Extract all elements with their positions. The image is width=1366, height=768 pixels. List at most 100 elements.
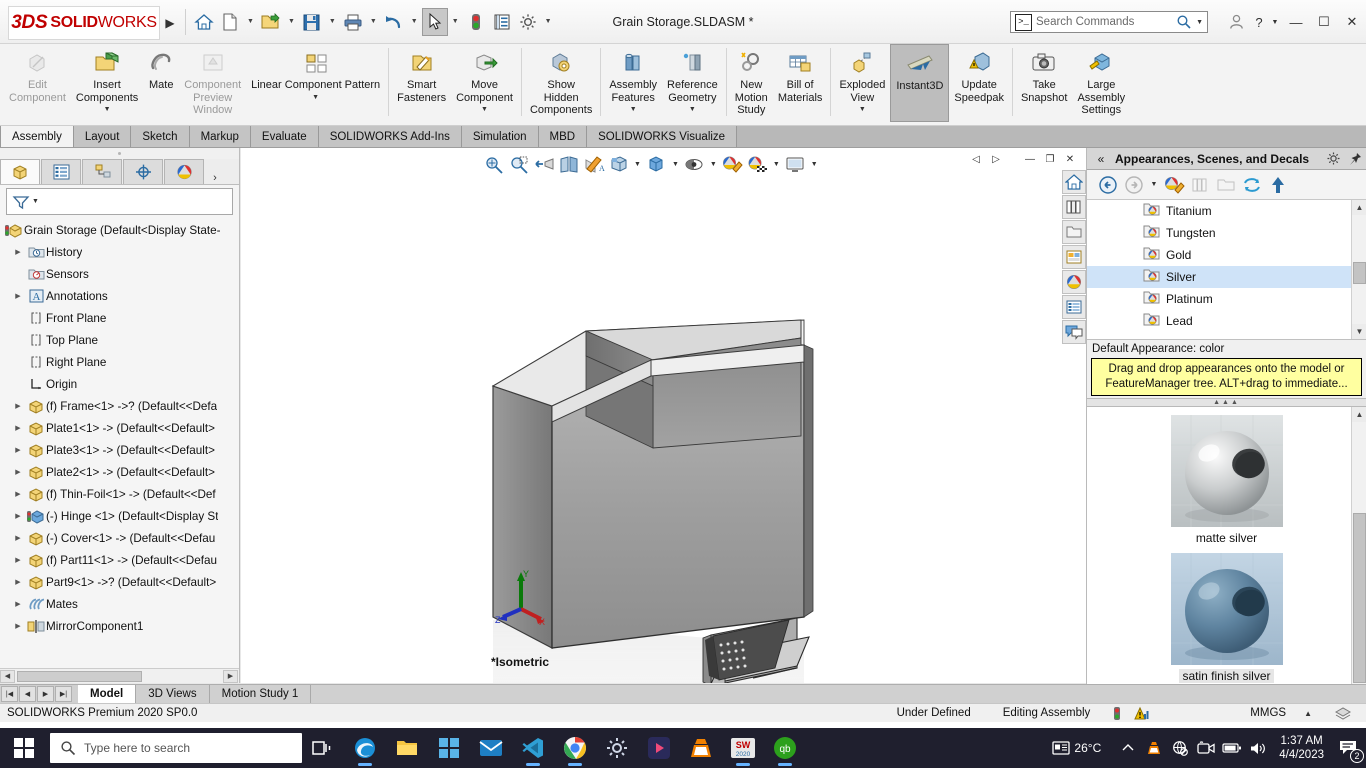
tree-item-cover[interactable]: ▶ (-) Cover<1> -> (Default<<Defau: [0, 527, 239, 549]
previous-document-button[interactable]: ◀: [19, 686, 36, 702]
solidworks-icon[interactable]: SW 2020: [722, 728, 764, 768]
double-chevron-left-icon[interactable]: «: [1087, 152, 1115, 166]
tree-item-thin-foil[interactable]: ▶ (f) Thin-Foil<1> -> (Default<<Def: [0, 483, 239, 505]
appearance-gallery[interactable]: matte silver satin finish silver ▲: [1087, 407, 1366, 700]
tab-sketch[interactable]: Sketch: [131, 126, 190, 147]
vlc-icon[interactable]: [680, 728, 722, 768]
undo-caret[interactable]: ▼: [407, 8, 422, 36]
expand-arrow-icon[interactable]: ▶: [10, 600, 26, 608]
notifications-icon[interactable]: 2: [1332, 728, 1366, 768]
scroll-right-arrow[interactable]: ▶: [223, 669, 238, 683]
expand-arrow-icon[interactable]: ▶: [10, 468, 26, 476]
folder-list-scrollbar[interactable]: ▲ ▼: [1351, 200, 1366, 339]
pin-icon[interactable]: [1344, 152, 1366, 166]
tree-item-front-plane[interactable]: Front Plane: [0, 307, 239, 329]
media-player-icon[interactable]: [638, 728, 680, 768]
mail-icon[interactable]: [470, 728, 512, 768]
settings-icon[interactable]: [596, 728, 638, 768]
search-caret[interactable]: ▼: [1192, 19, 1207, 26]
home-button[interactable]: [191, 8, 217, 36]
network-blocked-icon[interactable]: [1167, 728, 1193, 768]
print-button[interactable]: [340, 8, 366, 36]
ribbon-new-motion-study[interactable]: New Motion Study: [730, 44, 773, 122]
tree-item-annotations[interactable]: ▶ A Annotations: [0, 285, 239, 307]
doc-tab-motion-study-1[interactable]: Motion Study 1: [209, 685, 312, 703]
search-commands-input[interactable]: >_ Search Commands ▼: [1010, 11, 1208, 33]
ribbon-exploded-view[interactable]: Exploded View ▼: [834, 44, 890, 122]
minimize-button[interactable]: —: [1282, 9, 1310, 35]
tree-item-sensors[interactable]: Sensors: [0, 263, 239, 285]
edge-icon[interactable]: [344, 728, 386, 768]
decals-icon[interactable]: [1187, 172, 1213, 198]
ribbon-dropdown-caret[interactable]: ▼: [481, 106, 488, 113]
taskbar-search-input[interactable]: Type here to search: [50, 733, 302, 763]
store-icon[interactable]: [428, 728, 470, 768]
tree-item-plate1[interactable]: ▶ Plate1<1> -> (Default<<Default>: [0, 417, 239, 439]
expand-arrow-icon[interactable]: ▶: [10, 402, 26, 410]
expand-arrow-icon[interactable]: ▶: [10, 622, 26, 630]
scroll-left-arrow[interactable]: ◀: [0, 669, 15, 683]
menu-expand-arrow[interactable]: ▶: [160, 6, 180, 40]
select-tool-button[interactable]: [421, 7, 448, 36]
tree-item-mirror-component1[interactable]: ▶ MirrorComponent1: [0, 615, 239, 637]
gallery-scrollbar[interactable]: ▲ ▼: [1351, 407, 1366, 700]
save-button[interactable]: [299, 8, 325, 36]
refresh-icon[interactable]: [1239, 172, 1265, 198]
tab-assembly[interactable]: Assembly: [0, 126, 74, 147]
tree-item-part11[interactable]: ▶ (f) Part11<1> -> (Default<<Defau: [0, 549, 239, 571]
vscode-icon[interactable]: [512, 728, 554, 768]
layers-icon[interactable]: [1334, 706, 1352, 721]
expand-arrow-icon[interactable]: ▶: [10, 248, 26, 256]
feature-tree-tab[interactable]: [0, 159, 40, 184]
expand-arrow-icon[interactable]: ▶: [10, 446, 26, 454]
forward-icon[interactable]: [1121, 172, 1147, 198]
tab-solidworks-visualize[interactable]: SOLIDWORKS Visualize: [587, 126, 738, 147]
ribbon-assembly-features[interactable]: Assembly Features ▼: [604, 44, 662, 122]
print-caret[interactable]: ▼: [366, 8, 381, 36]
next-document-button[interactable]: ▶: [37, 686, 54, 702]
feature-manager-more-tabs[interactable]: ›: [205, 172, 225, 184]
tree-item-part9[interactable]: ▶ Part9<1> ->? (Default<<Default>: [0, 571, 239, 593]
ribbon-dropdown-caret[interactable]: ▼: [630, 106, 637, 113]
tab-layout[interactable]: Layout: [73, 126, 132, 147]
display-manager-tab[interactable]: [164, 159, 204, 184]
ribbon-show-hidden-components[interactable]: Show Hidden Components: [525, 44, 597, 122]
ribbon-edit-component[interactable]: Edit Component: [4, 44, 71, 122]
feature-tree-horizontal-scrollbar[interactable]: ◀ ▶: [0, 668, 239, 683]
save-caret[interactable]: ▼: [325, 8, 340, 36]
ribbon-dropdown-caret[interactable]: ▼: [689, 106, 696, 113]
gear-icon[interactable]: [1322, 151, 1344, 166]
help-caret[interactable]: ▼: [1268, 9, 1282, 35]
new-folder-icon[interactable]: [1213, 172, 1239, 198]
maximize-button[interactable]: ☐: [1310, 9, 1338, 35]
panel-grip[interactable]: [0, 148, 239, 159]
ribbon-insert-components[interactable]: Insert Components ▼: [71, 44, 143, 122]
gallery-item-matte-silver[interactable]: matte silver: [1087, 407, 1366, 545]
ribbon-reference-geometry[interactable]: Reference Geometry ▼: [662, 44, 723, 122]
expand-arrow-icon[interactable]: ▶: [10, 292, 26, 300]
camera-tray-icon[interactable]: [1193, 728, 1219, 768]
units-caret[interactable]: ▲: [1304, 709, 1312, 718]
scroll-up-arrow[interactable]: ▲: [1352, 200, 1366, 215]
tab-mbd[interactable]: MBD: [538, 126, 588, 147]
tree-item-grain-storage[interactable]: Grain Storage (Default<Display State-: [0, 219, 239, 241]
options-button[interactable]: [515, 8, 541, 36]
ribbon-instant3d[interactable]: Instant3D: [890, 44, 950, 122]
scroll-thumb[interactable]: [1353, 262, 1366, 284]
tab-simulation[interactable]: Simulation: [461, 126, 539, 147]
property-manager-tab[interactable]: [41, 159, 81, 184]
tab-markup[interactable]: Markup: [189, 126, 251, 147]
scroll-thumb[interactable]: [1353, 513, 1366, 683]
expand-arrow-icon[interactable]: ▶: [10, 556, 26, 564]
traffic-light-icon[interactable]: [1112, 706, 1122, 721]
tab-solidworks-add-ins[interactable]: SOLIDWORKS Add-Ins: [318, 126, 462, 147]
doc-tab-model[interactable]: Model: [78, 685, 137, 703]
expand-arrow-icon[interactable]: ▶: [10, 490, 26, 498]
feature-tree-filter[interactable]: ▼: [6, 188, 233, 215]
qb-icon[interactable]: qb: [764, 728, 806, 768]
last-document-button[interactable]: ▶|: [55, 686, 72, 702]
tree-item-right-plane[interactable]: Right Plane: [0, 351, 239, 373]
first-document-button[interactable]: |◀: [1, 686, 18, 702]
task-view-icon[interactable]: [302, 728, 344, 768]
tree-item-plate2[interactable]: ▶ Plate2<1> -> (Default<<Default>: [0, 461, 239, 483]
